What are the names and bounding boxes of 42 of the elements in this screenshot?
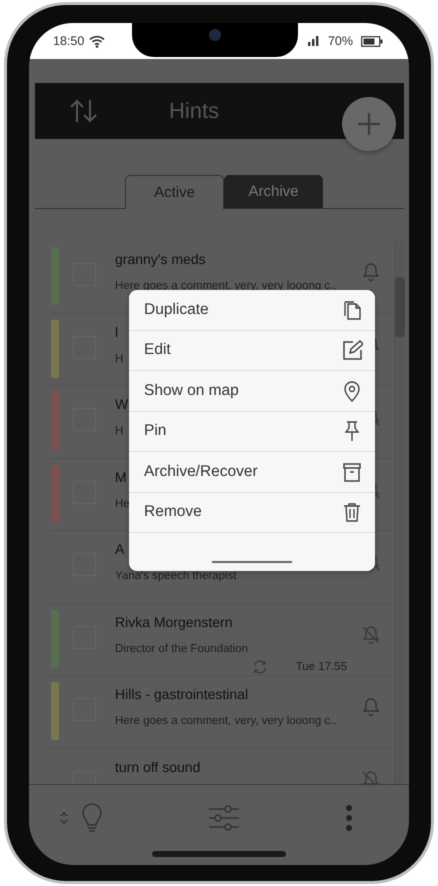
sliders-icon[interactable] (208, 805, 240, 831)
hint-comment: H (115, 352, 124, 364)
sort-icon[interactable] (69, 98, 99, 124)
menu-item[interactable]: Edit (129, 330, 375, 371)
menu-item[interactable]: Show on map (129, 371, 375, 412)
bell-icon[interactable] (360, 261, 382, 283)
hint-title: M (115, 468, 127, 484)
hint-title: Hills - gastrointestinal (115, 686, 248, 702)
archive-box-icon (341, 460, 363, 483)
hint-comment: Director of the Foundation (115, 642, 248, 654)
hint-title: A (115, 541, 124, 557)
lightbulb-icon[interactable] (81, 803, 103, 833)
clock-time: 18:50 (53, 34, 84, 48)
hint-comment: Yana's speech therapist (115, 570, 237, 582)
drag-handle[interactable] (212, 561, 292, 563)
hint-title: Rivka Morgenstern (115, 614, 232, 630)
hint-comment: Here goes a comment, very, very looong c.. (115, 715, 337, 727)
battery-icon (361, 36, 383, 46)
menu-item[interactable]: Archive/Recover (129, 452, 375, 492)
hint-title: granny's meds (115, 251, 206, 267)
screen-title: Hints (169, 98, 220, 124)
battery-percent: 70% (328, 34, 353, 48)
bell-off-icon[interactable] (360, 624, 382, 646)
hint-comment: He (115, 498, 130, 510)
trash-icon (341, 501, 363, 524)
signal-icon (308, 36, 320, 46)
menu-item[interactable]: Pin (129, 412, 375, 452)
plus-icon (356, 111, 382, 137)
hint-title: turn off sound (115, 758, 200, 774)
hint-comment: H (115, 425, 124, 437)
bell-icon[interactable] (360, 696, 382, 718)
expand-collapse-icon[interactable] (59, 810, 69, 826)
wifi-icon (89, 34, 106, 48)
more-icon[interactable] (345, 805, 353, 831)
hint-title: l (115, 324, 118, 340)
hint-title: W (115, 396, 128, 412)
menu-item[interactable]: Duplicate (129, 290, 375, 330)
sync-icon (252, 658, 268, 674)
menu-item[interactable]: Remove (129, 492, 375, 533)
edit-icon (341, 339, 363, 362)
tab[interactable]: Archive (224, 175, 323, 209)
hint-time: Tue 17.55 (296, 660, 347, 672)
